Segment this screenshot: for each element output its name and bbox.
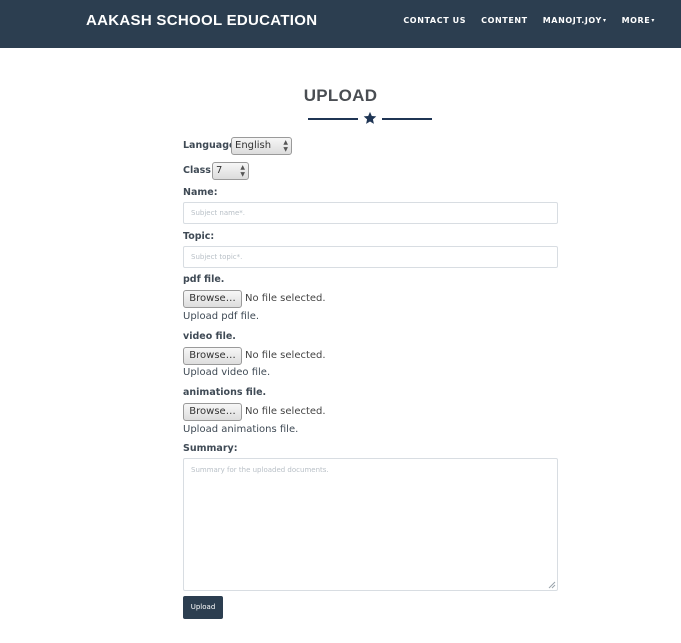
video-browse-button[interactable]: Browse… [183,347,242,365]
summary-placeholder: Summary for the uploaded documents. [191,466,329,474]
caret-down-icon: ▾ [602,17,607,24]
pdf-file-status: No file selected. [245,293,326,304]
animations-file-label: animations file. [183,387,267,398]
animations-file-status: No file selected. [245,406,326,417]
title-divider [308,110,434,126]
divider-line-right [382,118,432,120]
class-label: Class: [183,165,215,176]
class-select[interactable]: 7 ▲ ▼ [212,162,249,180]
select-arrows-icon: ▲ ▼ [283,139,288,153]
star-icon [363,111,377,124]
nav-user-label: MANOJT.JOY [542,16,602,25]
class-selected-value: 7 [216,165,223,176]
nav-more-label: MORE [621,16,651,25]
subject-topic-input[interactable]: Subject topic*. [183,246,558,268]
pdf-help-text: Upload pdf file. [183,311,260,322]
resize-grip-icon[interactable] [547,580,556,589]
animations-browse-button[interactable]: Browse… [183,403,242,421]
language-select[interactable]: English ▲ ▼ [231,137,292,155]
video-file-status: No file selected. [245,350,326,361]
video-file-label: video file. [183,331,236,342]
pdf-browse-button[interactable]: Browse… [183,290,242,308]
video-help-text: Upload video file. [183,367,271,378]
nav-more-menu[interactable]: MORE▾ [622,16,655,25]
nav-contact-us-label: CONTACT US [403,16,467,25]
summary-textarea[interactable]: Summary for the uploaded documents. [183,458,558,591]
language-selected-value: English [235,140,272,151]
topic-label: Topic: [183,231,215,242]
nav-content-label: CONTENT [481,16,528,25]
summary-label: Summary: [183,443,238,454]
nav-user-menu[interactable]: MANOJT.JOY▾ [543,16,607,25]
nav-content[interactable]: CONTENT [481,16,528,25]
nav-contact-us[interactable]: CONTACT US [403,16,466,25]
name-label: Name: [183,187,218,198]
nav-menu: CONTACT US CONTENT MANOJT.JOY▾ MORE▾ [403,16,655,25]
select-arrows-icon: ▲ ▼ [240,164,245,178]
subject-name-input[interactable]: Subject name*. [183,202,558,224]
top-navbar: AAKASH SCHOOL EDUCATION CONTACT US CONTE… [0,0,681,48]
upload-submit-button[interactable]: Upload [183,596,223,619]
brand-title[interactable]: AAKASH SCHOOL EDUCATION [86,12,317,29]
animations-help-text: Upload animations file. [183,424,299,435]
divider-line-left [308,118,358,120]
pdf-file-label: pdf file. [183,274,225,285]
page-title: UPLOAD [303,86,378,105]
caret-down-icon: ▾ [651,17,655,24]
